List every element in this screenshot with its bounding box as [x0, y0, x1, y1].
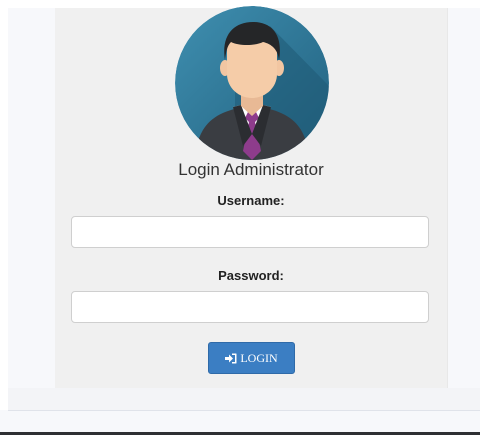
password-input[interactable] [71, 291, 429, 323]
footer-divider [8, 410, 480, 411]
footer-area [8, 388, 480, 410]
password-label: Password: [218, 268, 284, 283]
page: Login Administrator Username: Password: … [0, 0, 480, 435]
login-title: Login Administrator [178, 160, 324, 179]
admin-avatar-icon [175, 6, 329, 160]
login-button[interactable]: LOGIN [208, 342, 295, 374]
login-button-label: LOGIN [240, 350, 278, 365]
username-label: Username: [217, 193, 285, 208]
sign-in-icon [225, 353, 237, 364]
username-input[interactable] [71, 216, 429, 248]
